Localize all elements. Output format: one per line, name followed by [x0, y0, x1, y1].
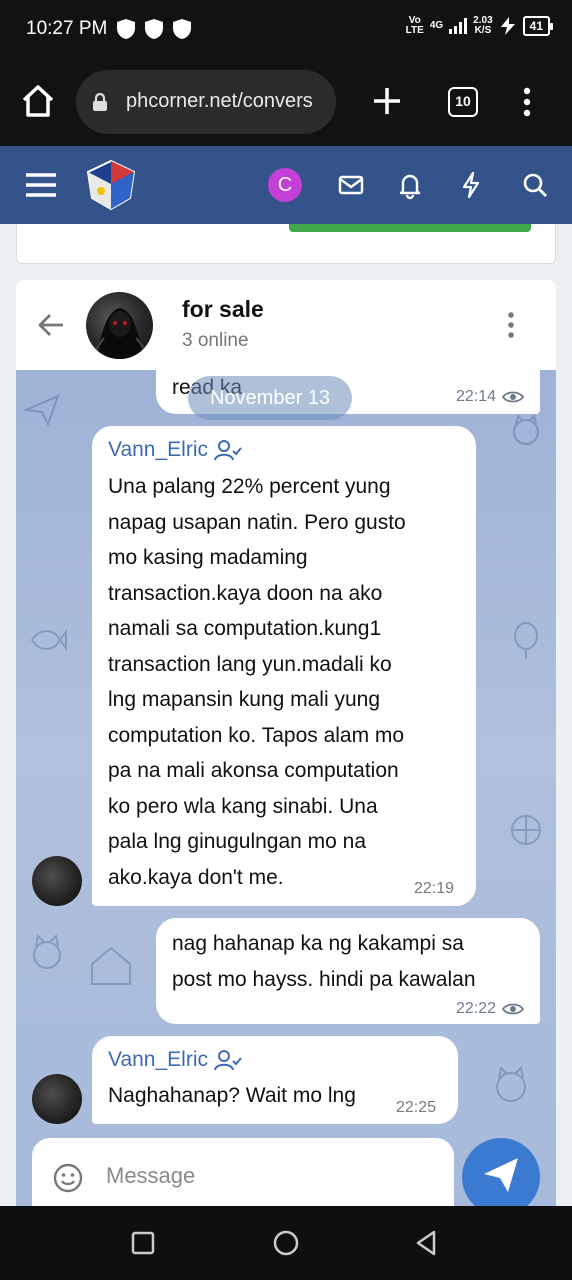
- lock-icon: [93, 93, 107, 111]
- previous-content-card: [16, 224, 556, 264]
- back-arrow-icon[interactable]: [36, 310, 66, 340]
- sender-avatar[interactable]: [32, 856, 82, 906]
- seen-eye-icon: [502, 1003, 525, 1015]
- site-logo[interactable]: [84, 158, 138, 212]
- cat-doodle: [496, 1065, 526, 1102]
- battery-indicator: 41: [522, 16, 554, 36]
- status-bar: 10:27 PM Vo LTE 4G 2.03 K/S 41: [0, 0, 572, 58]
- message-line: ko pero wla kang sinabi. Una: [108, 794, 378, 818]
- message-meta: 22:22: [456, 1000, 525, 1018]
- message-time: 22:19: [414, 880, 455, 897]
- message-line: ako.kaya don't me.: [108, 865, 284, 889]
- message-line: post mo hayss. hindi pa kawalan: [172, 967, 476, 991]
- cat-doodle: [513, 414, 539, 445]
- message-bubble-incoming[interactable]: Vann_Elric Una palang 22% percent yung n…: [92, 426, 476, 906]
- green-action-button[interactable]: [289, 224, 531, 232]
- chat-online-count: 3 online: [182, 330, 249, 351]
- message-line: napag usapan natin. Pero gusto: [108, 510, 406, 534]
- message-bubble-outgoing[interactable]: nag hahanap ka ng kakampi sa post mo hay…: [156, 918, 540, 1024]
- browser-toolbar: phcorner.net/convers 10: [0, 58, 572, 146]
- emoji-icon[interactable]: [52, 1162, 84, 1194]
- user-avatar[interactable]: C: [268, 168, 302, 202]
- message-line: transaction lang yun.madali ko: [108, 652, 392, 676]
- bell-icon[interactable]: [395, 170, 425, 200]
- shield-icon: [173, 19, 191, 39]
- message-line: pala lng ginugulngan mo na: [108, 830, 367, 853]
- message-composer[interactable]: Message: [32, 1138, 454, 1206]
- recents-icon[interactable]: [128, 1228, 158, 1258]
- ball-doodle: [511, 815, 541, 845]
- sender-avatar[interactable]: [32, 1074, 82, 1124]
- message-line: computation ko. Tapos alam mo: [108, 723, 405, 747]
- shield-icon: [117, 19, 135, 39]
- paper-plane-doodle: [22, 394, 60, 427]
- message-time: 22:14: [456, 388, 497, 405]
- search-icon[interactable]: [520, 170, 550, 200]
- home-icon[interactable]: [20, 83, 56, 119]
- message-text-block: nag hahanap ka ng kakampi sa post mo hay…: [172, 926, 476, 997]
- message-line: mo kasing madaming: [108, 546, 308, 569]
- send-button[interactable]: [462, 1138, 540, 1216]
- volte-indicator: Vo LTE: [405, 15, 424, 36]
- message-line: transaction.kaya doon na ako: [108, 581, 383, 605]
- message-time: 22:25: [396, 1099, 437, 1116]
- fish-doodle: [30, 629, 67, 651]
- sender-name[interactable]: Vann_Elric: [108, 1048, 242, 1072]
- charging-bolt-icon: [500, 17, 515, 35]
- home-circle-icon[interactable]: [271, 1228, 301, 1258]
- message-line: namali sa computation.kung1: [108, 617, 382, 640]
- message-line: Una palang 22% percent yung: [108, 475, 391, 498]
- data-speed: 2.03 K/S: [473, 15, 493, 36]
- inbox-icon[interactable]: [336, 170, 366, 200]
- cat-doodle: [33, 933, 61, 969]
- back-triangle-icon[interactable]: [412, 1228, 442, 1258]
- chat-more-icon[interactable]: [504, 310, 518, 340]
- message-bubble-incoming[interactable]: Vann_Elric Naghahanap? Wait mo lng 22:25: [92, 1036, 458, 1124]
- message-input[interactable]: Message: [106, 1163, 195, 1189]
- message-text: Naghahanap? Wait mo lng: [108, 1084, 356, 1107]
- hamburger-menu-icon[interactable]: [24, 168, 58, 202]
- chat-title: for sale: [182, 296, 264, 322]
- seen-eye-icon: [502, 391, 525, 403]
- new-tab-icon[interactable]: [370, 84, 404, 118]
- balloon-doodle: [514, 622, 538, 659]
- message-meta: 22:14: [456, 388, 525, 406]
- url-bar[interactable]: phcorner.net/convers: [76, 70, 336, 134]
- tab-switcher-button[interactable]: 10: [448, 87, 478, 117]
- house-doodle: [91, 946, 131, 985]
- message-line: pa na mali akonsa computation: [108, 759, 399, 782]
- send-icon: [484, 1158, 518, 1192]
- user-verified-icon: [214, 440, 242, 461]
- message-time: 22:22: [456, 1000, 497, 1017]
- date-separator: November 13: [188, 376, 352, 420]
- signal-icon: [449, 18, 468, 34]
- hooded-figure-image: [93, 308, 147, 359]
- message-text-block: Una palang 22% percent yung napag usapan…: [108, 469, 406, 895]
- site-header: C: [0, 146, 572, 224]
- message-line: lng mapansin kung mali yung: [108, 688, 380, 711]
- message-line: nag hahanap ka ng kakampi sa: [172, 932, 464, 955]
- shield-icon: [145, 19, 163, 39]
- system-nav-bar: [0, 1206, 572, 1280]
- status-time: 10:27 PM: [26, 18, 108, 39]
- sender-name[interactable]: Vann_Elric: [108, 438, 242, 462]
- user-verified-icon: [214, 1050, 242, 1071]
- more-vert-icon[interactable]: [517, 86, 537, 118]
- status-indicators: Vo LTE 4G 2.03 K/S 41: [405, 15, 554, 36]
- network-type: 4G: [429, 20, 444, 31]
- chat-avatar[interactable]: [86, 292, 153, 359]
- lightning-icon[interactable]: [456, 170, 486, 200]
- url-text: phcorner.net/convers: [126, 90, 313, 112]
